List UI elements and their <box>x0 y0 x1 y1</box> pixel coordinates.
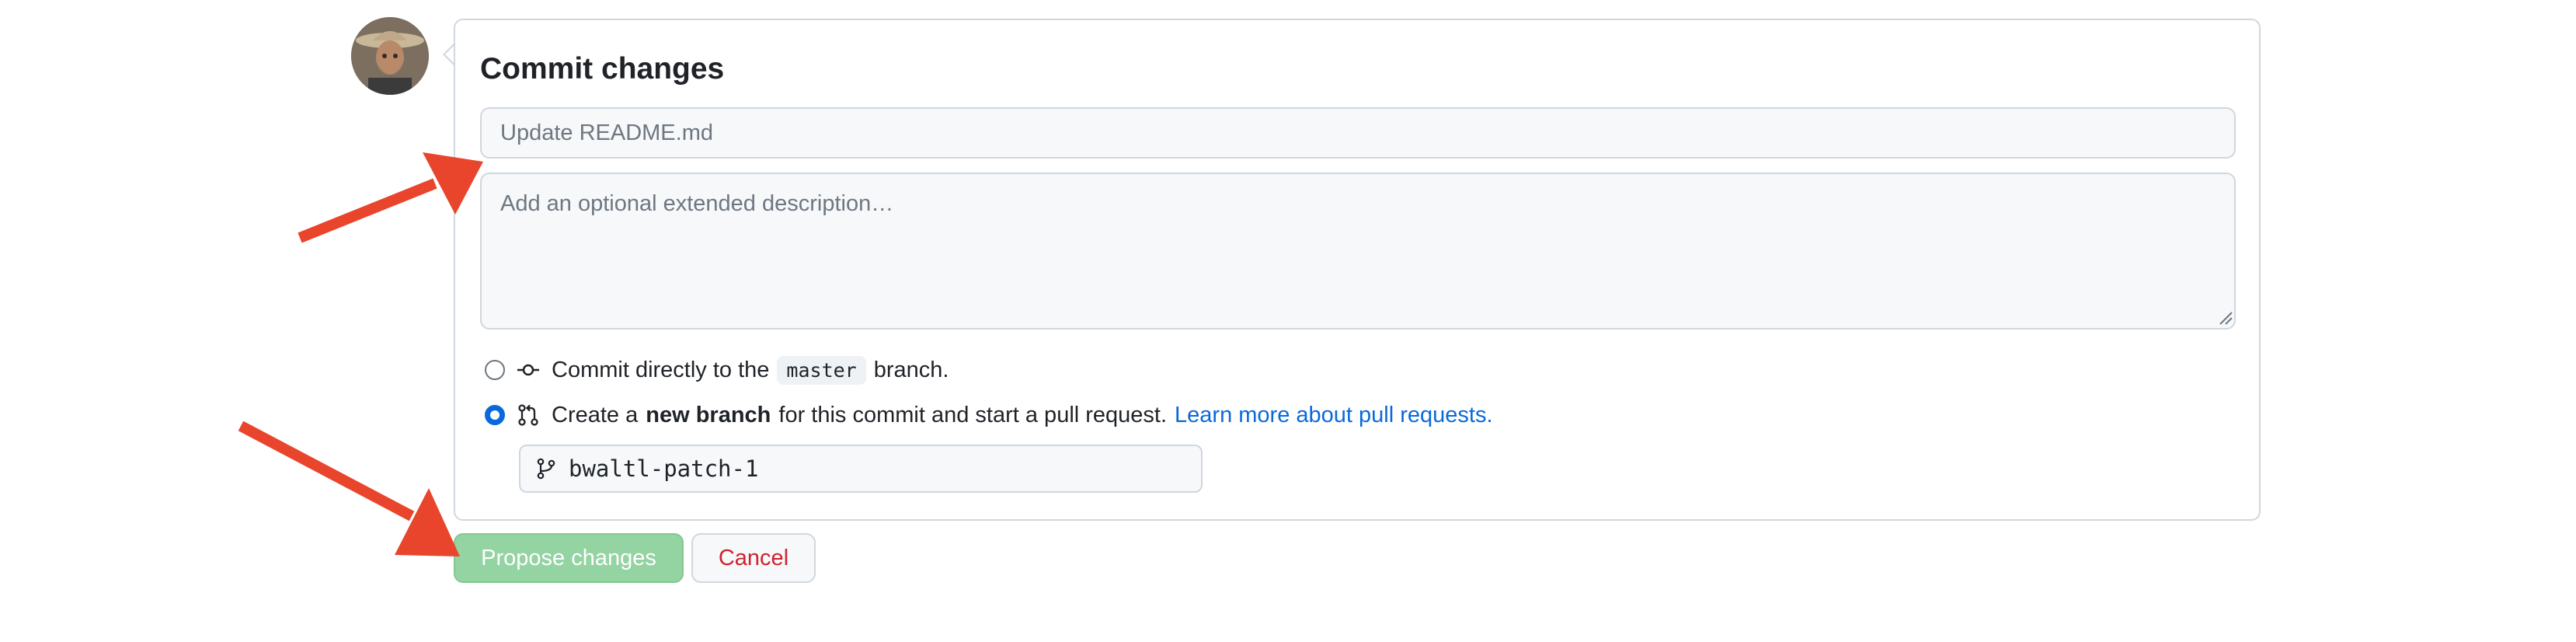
option-new-bold: new branch <box>646 402 771 427</box>
cancel-button[interactable]: Cancel <box>691 533 816 583</box>
git-pull-request-icon <box>518 404 538 426</box>
option-new-branch[interactable]: Create a new branch for this commit and … <box>485 400 1493 431</box>
propose-changes-button[interactable]: Propose changes <box>454 533 684 583</box>
user-avatar[interactable] <box>351 17 429 95</box>
branch-code-chip: master <box>777 355 866 385</box>
commit-changes-panel: Commit changes Commit directly to the ma… <box>0 0 2576 642</box>
git-branch-icon <box>537 458 555 480</box>
git-commit-icon <box>517 364 539 376</box>
commit-summary-input[interactable] <box>480 107 2236 159</box>
option-direct-suffix: branch. <box>873 357 949 382</box>
option-new-prefix: Create a <box>552 402 639 427</box>
option-commit-directly[interactable]: Commit directly to the master branch. <box>485 354 949 386</box>
option-direct-prefix: Commit directly to the <box>552 357 770 382</box>
resize-grip-icon[interactable] <box>2219 311 2233 325</box>
option-new-suffix: for this commit and start a pull request… <box>778 402 1168 427</box>
radio-commit-directly[interactable] <box>485 360 505 380</box>
commit-description-textarea[interactable] <box>480 173 2236 330</box>
commit-title: Commit changes <box>480 52 725 85</box>
annotation-arrow-propose <box>238 420 460 557</box>
learn-more-pull-requests-link[interactable]: Learn more about pull requests. <box>1175 403 1492 428</box>
radio-new-branch[interactable] <box>485 405 505 425</box>
branch-name-input[interactable] <box>566 449 1193 488</box>
